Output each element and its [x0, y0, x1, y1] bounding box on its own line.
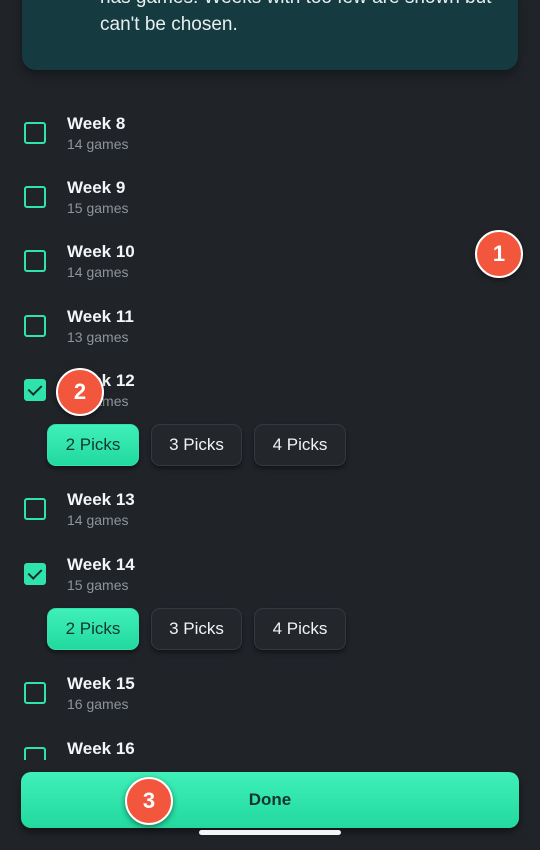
- week-checkbox[interactable]: [24, 186, 46, 208]
- week-title: Week 15: [67, 674, 135, 693]
- picks-4-button[interactable]: 4 Picks: [254, 608, 346, 650]
- week-checkbox[interactable]: [24, 250, 46, 272]
- picks-2-button[interactable]: 2 Picks: [47, 608, 139, 650]
- week-row-9[interactable]: Week 9 15 games: [0, 176, 540, 232]
- week-title: Week 14: [67, 555, 135, 574]
- week-checkbox[interactable]: [24, 122, 46, 144]
- week-title: Week 10: [67, 242, 135, 261]
- home-indicator: [199, 830, 341, 835]
- step-badge-1: 1: [475, 230, 523, 278]
- week-games-count: 15 games: [67, 577, 129, 593]
- picks-4-button[interactable]: 4 Picks: [254, 424, 346, 466]
- info-text-line: can't be chosen.: [100, 14, 238, 35]
- week-picker-screen: has games. Weeks with too few are shown …: [0, 0, 540, 850]
- week-games-count: 13 games: [67, 329, 129, 345]
- week-row-14[interactable]: Week 14 15 games: [0, 553, 540, 609]
- week-title: Week 8: [67, 114, 126, 133]
- week-title: Week 11: [67, 307, 134, 326]
- week-checkbox[interactable]: [24, 682, 46, 704]
- week-row-10[interactable]: Week 10 14 games: [0, 240, 540, 296]
- week-games-count: 15 games: [67, 200, 129, 216]
- info-text: has games. Weeks with too few are shown …: [100, 0, 530, 38]
- picks-3-button[interactable]: 3 Picks: [151, 424, 242, 466]
- picks-selector-week-12: 2 Picks 3 Picks 4 Picks: [0, 424, 540, 468]
- week-games-count: 14 games: [67, 136, 129, 152]
- picks-3-button[interactable]: 3 Picks: [151, 608, 242, 650]
- week-checkbox[interactable]: [24, 563, 46, 585]
- done-bar: Done: [0, 760, 540, 850]
- week-row-11[interactable]: Week 11 13 games: [0, 305, 540, 361]
- step-badge-2: 2: [56, 368, 104, 416]
- week-row-8[interactable]: Week 8 14 games: [0, 112, 540, 168]
- done-button[interactable]: Done: [21, 772, 519, 828]
- week-checkbox[interactable]: [24, 379, 46, 401]
- week-checkbox[interactable]: [24, 498, 46, 520]
- week-games-count: 14 games: [67, 512, 129, 528]
- info-text-line: has games. Weeks with too few are shown …: [100, 0, 530, 11]
- picks-selector-week-14: 2 Picks 3 Picks 4 Picks: [0, 608, 540, 652]
- step-badge-3: 3: [125, 777, 173, 825]
- week-row-13[interactable]: Week 13 14 games: [0, 488, 540, 544]
- week-row-15[interactable]: Week 15 16 games: [0, 672, 540, 728]
- picks-2-button[interactable]: 2 Picks: [47, 424, 139, 466]
- info-banner: has games. Weeks with too few are shown …: [22, 0, 518, 70]
- week-title: Week 16: [67, 739, 135, 758]
- week-games-count: 14 games: [67, 264, 129, 280]
- week-checkbox[interactable]: [24, 315, 46, 337]
- week-title: Week 9: [67, 178, 126, 197]
- week-games-count: 16 games: [67, 696, 129, 712]
- week-title: Week 13: [67, 490, 135, 509]
